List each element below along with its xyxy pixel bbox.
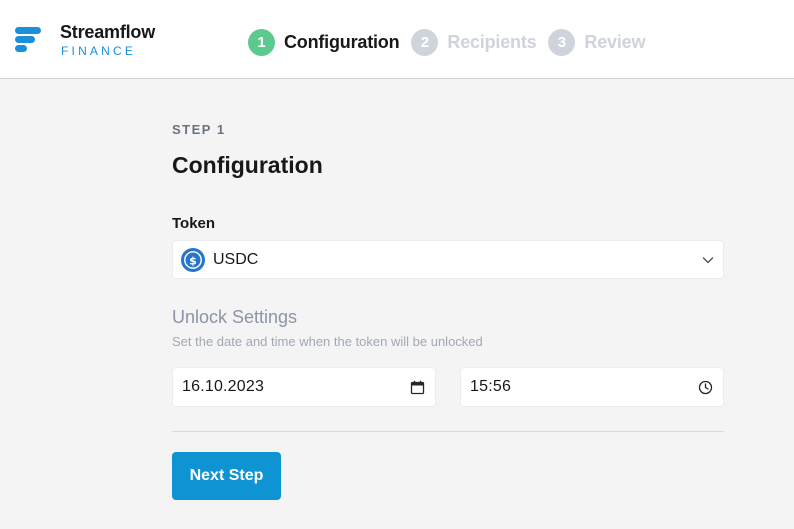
step-label: Configuration <box>284 31 400 52</box>
next-step-button[interactable]: Next Step <box>172 452 281 500</box>
token-label: Token <box>172 215 216 232</box>
step-number: 3 <box>548 28 576 56</box>
chevron-down-icon <box>702 256 714 263</box>
step-label: Recipients <box>447 31 537 52</box>
streamflow-logo-icon[interactable] <box>14 24 44 54</box>
svg-text:$: $ <box>189 254 197 267</box>
step-number: 1 <box>248 28 275 56</box>
clock-icon[interactable] <box>698 380 713 395</box>
unlock-settings-title: Unlock Settings <box>172 307 298 327</box>
brand-name: Streamflow <box>60 22 156 42</box>
top-bar: Streamflow FINANCE 1 Configuration 2 Rec… <box>0 0 794 79</box>
form-divider <box>172 431 724 432</box>
token-selected-value: USDC <box>213 250 259 268</box>
calendar-icon[interactable] <box>410 380 425 395</box>
step-review[interactable]: 3 Review <box>548 28 646 56</box>
unlock-date-input[interactable]: 16.10.2023 <box>172 367 436 407</box>
page-title: Configuration <box>172 152 323 178</box>
unlock-time-value: 15:56 <box>470 378 512 395</box>
brand-subtitle: FINANCE <box>61 44 137 58</box>
usdc-coin-icon: $ <box>181 247 205 272</box>
step-eyebrow: STEP 1 <box>172 122 226 137</box>
step-label: Review <box>584 31 646 52</box>
unlock-settings-description: Set the date and time when the token wil… <box>172 334 483 349</box>
stepper: 1 Configuration 2 Recipients 3 Review <box>248 28 657 56</box>
unlock-date-value: 16.10.2023 <box>182 378 265 395</box>
token-select[interactable]: $ USDC <box>172 240 724 279</box>
unlock-time-input[interactable]: 15:56 <box>460 367 724 407</box>
step-configuration[interactable]: 1 Configuration <box>248 28 400 56</box>
step-recipients[interactable]: 2 Recipients <box>411 28 537 56</box>
step-number: 2 <box>411 28 439 56</box>
